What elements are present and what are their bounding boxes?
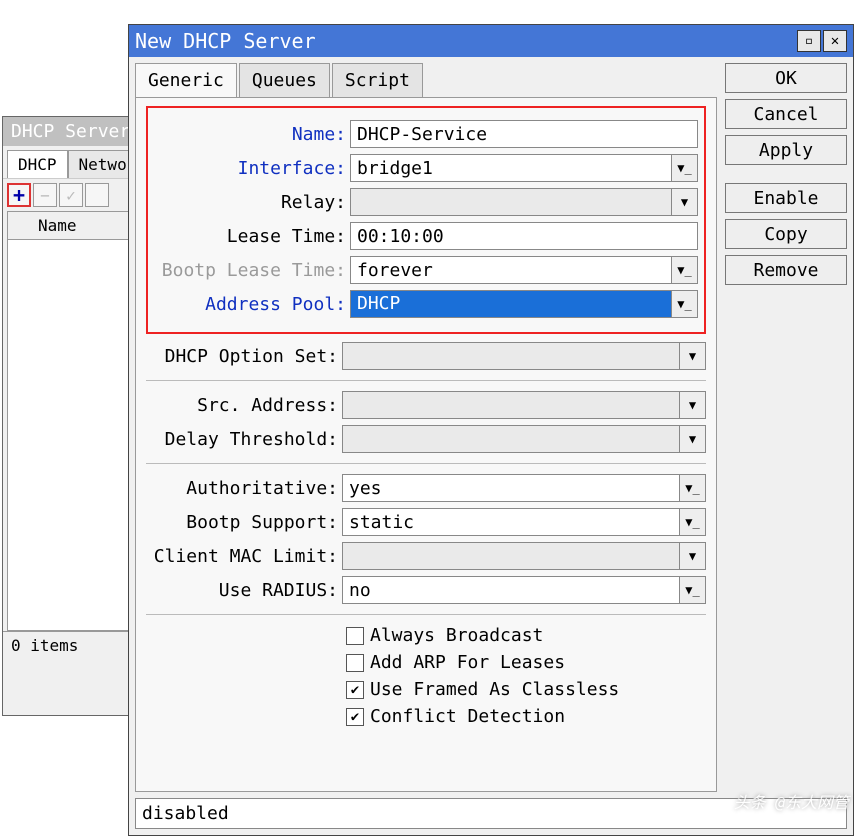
option-set-label: DHCP Option Set: (146, 346, 342, 367)
always-broadcast-checkbox[interactable] (346, 627, 364, 645)
interface-label: Interface: (154, 158, 350, 179)
bootp-support-dropdown-icon[interactable]: ▼̲ (680, 508, 706, 536)
option-set-expand-icon[interactable]: ▼ (680, 342, 706, 370)
src-address-expand-icon[interactable]: ▼ (680, 391, 706, 419)
dialog-title: New DHCP Server (135, 29, 795, 53)
use-radius-dropdown-icon[interactable]: ▼̲ (680, 576, 706, 604)
cancel-button[interactable]: Cancel (725, 99, 847, 129)
highlighted-fields: Name: Interface: ▼̲ Relay: (146, 106, 706, 334)
address-pool-field[interactable]: DHCP (350, 290, 672, 318)
dialog-tabs: Generic Queues Script (135, 63, 717, 97)
more-button[interactable] (85, 183, 109, 207)
tab-script[interactable]: Script (332, 63, 423, 97)
lease-time-field[interactable] (350, 222, 698, 250)
src-address-field[interactable] (342, 391, 680, 419)
col-flag (14, 214, 28, 237)
mac-limit-label: Client MAC Limit: (146, 546, 342, 567)
bootp-support-field[interactable] (342, 508, 680, 536)
col-name[interactable]: Name (34, 214, 81, 237)
bootp-lease-dropdown-icon[interactable]: ▼̲ (672, 256, 698, 284)
dialog-main: Generic Queues Script Name: Interface: (135, 63, 717, 792)
relay-field[interactable] (350, 188, 672, 216)
bootp-lease-field[interactable] (350, 256, 672, 284)
tab-dhcp[interactable]: DHCP (7, 150, 68, 178)
add-arp-label: Add ARP For Leases (370, 652, 565, 673)
delay-threshold-label: Delay Threshold: (146, 429, 342, 450)
address-pool-label: Address Pool: (154, 294, 350, 315)
relay-expand-icon[interactable]: ▼ (672, 188, 698, 216)
name-label: Name: (154, 124, 350, 145)
option-set-field[interactable] (342, 342, 680, 370)
remove-button[interactable]: − (33, 183, 57, 207)
dialog-titlebar: New DHCP Server ▫ ✕ (129, 25, 853, 57)
apply-button[interactable]: ✓ (59, 183, 83, 207)
conflict-detection-checkbox[interactable] (346, 708, 364, 726)
use-radius-label: Use RADIUS: (146, 580, 342, 601)
interface-field[interactable] (350, 154, 672, 182)
interface-dropdown-icon[interactable]: ▼̲ (672, 154, 698, 182)
remove-button[interactable]: Remove (725, 255, 847, 285)
name-field[interactable] (350, 120, 698, 148)
enable-button[interactable]: Enable (725, 183, 847, 213)
watermark: 头条 @东大网管 (734, 789, 849, 813)
address-pool-dropdown-icon[interactable]: ▼̲ (672, 290, 698, 318)
delay-threshold-field[interactable] (342, 425, 680, 453)
dialog-form: Name: Interface: ▼̲ Relay: (135, 97, 717, 792)
src-address-label: Src. Address: (146, 395, 342, 416)
framed-classless-checkbox[interactable] (346, 681, 364, 699)
authoritative-dropdown-icon[interactable]: ▼̲ (680, 474, 706, 502)
tab-queues[interactable]: Queues (239, 63, 330, 97)
mac-limit-field[interactable] (342, 542, 680, 570)
divider (146, 380, 706, 381)
divider (146, 463, 706, 464)
lease-time-label: Lease Time: (154, 226, 350, 247)
conflict-detection-label: Conflict Detection (370, 706, 565, 727)
copy-button[interactable]: Copy (725, 219, 847, 249)
apply-button[interactable]: Apply (725, 135, 847, 165)
use-radius-field[interactable] (342, 576, 680, 604)
bootp-lease-label: Bootp Lease Time: (154, 260, 350, 281)
relay-label: Relay: (154, 192, 350, 213)
bootp-support-label: Bootp Support: (146, 512, 342, 533)
add-button[interactable]: + (7, 183, 31, 207)
ok-button[interactable]: OK (725, 63, 847, 93)
close-icon[interactable]: ✕ (823, 30, 847, 52)
always-broadcast-label: Always Broadcast (370, 625, 543, 646)
add-arp-checkbox[interactable] (346, 654, 364, 672)
delay-threshold-expand-icon[interactable]: ▼ (680, 425, 706, 453)
mac-limit-expand-icon[interactable]: ▼ (680, 542, 706, 570)
minimize-icon[interactable]: ▫ (797, 30, 821, 52)
dialog-side-buttons: OK Cancel Apply Enable Copy Remove (725, 63, 847, 792)
new-dhcp-server-dialog: New DHCP Server ▫ ✕ Generic Queues Scrip… (128, 24, 854, 836)
divider (146, 614, 706, 615)
authoritative-field[interactable] (342, 474, 680, 502)
tab-generic[interactable]: Generic (135, 63, 237, 97)
authoritative-label: Authoritative: (146, 478, 342, 499)
framed-classless-label: Use Framed As Classless (370, 679, 619, 700)
